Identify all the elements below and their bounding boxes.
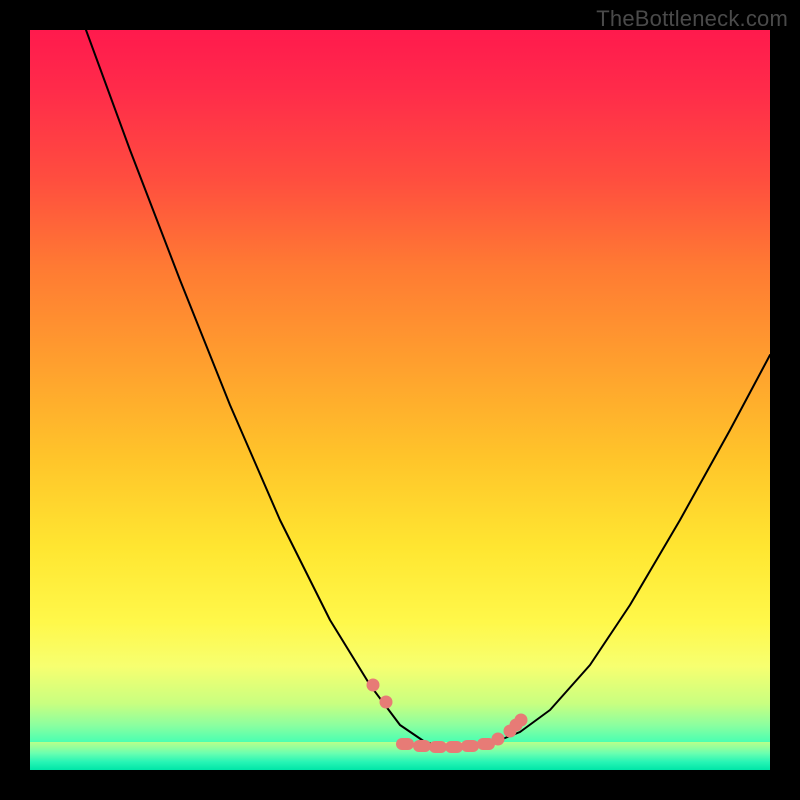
marker-pill xyxy=(477,738,495,750)
marker-dot xyxy=(380,696,393,709)
marker-pills-group xyxy=(396,738,495,753)
bottleneck-curve xyxy=(86,30,770,746)
marker-dot xyxy=(367,679,380,692)
marker-pill xyxy=(429,741,447,753)
watermark-text: TheBottleneck.com xyxy=(596,6,788,32)
marker-pill xyxy=(396,738,414,750)
curve-layer xyxy=(30,30,770,770)
marker-dot xyxy=(515,714,528,727)
marker-pill xyxy=(445,741,463,753)
plot-area xyxy=(30,30,770,770)
marker-pill xyxy=(413,740,431,752)
chart-frame: TheBottleneck.com xyxy=(0,0,800,800)
marker-pill xyxy=(461,740,479,752)
